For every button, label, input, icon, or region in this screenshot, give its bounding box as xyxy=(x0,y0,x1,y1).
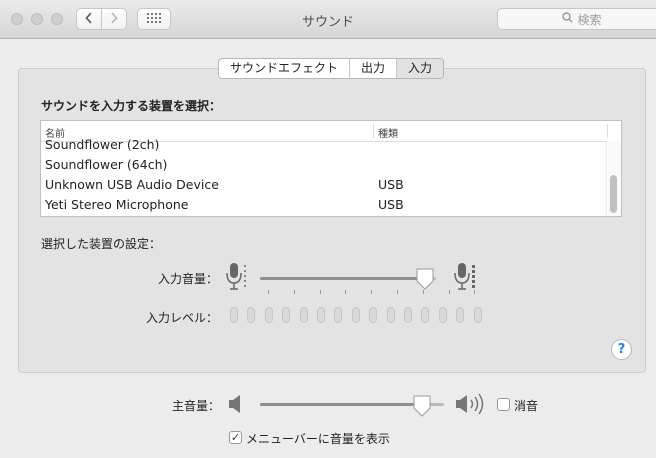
slider-tick xyxy=(371,290,373,294)
level-segment xyxy=(473,307,482,323)
main-volume-label: 主音量： xyxy=(172,399,221,413)
speaker-high-icon xyxy=(455,391,487,420)
level-segment xyxy=(421,307,430,323)
input-volume-slider[interactable] xyxy=(260,277,436,280)
input-volume-label: 入力音量： xyxy=(158,272,219,286)
device-type: USB xyxy=(378,197,404,212)
slider-tick xyxy=(319,290,321,294)
level-segment xyxy=(334,307,343,323)
level-segment xyxy=(438,307,447,323)
settings-label: 選択した装置の設定： xyxy=(41,237,162,251)
level-segment xyxy=(299,307,308,323)
title-bar: サウンド 検索 xyxy=(0,0,656,39)
device-name: Soundflower (64ch) xyxy=(45,157,168,172)
search-field[interactable]: 検索 xyxy=(497,8,656,30)
table-row[interactable]: Yeti Stereo Microphone USB xyxy=(41,195,621,215)
tab-input[interactable]: 入力 xyxy=(396,59,444,78)
slider-tick xyxy=(268,290,269,294)
mute-checkbox[interactable] xyxy=(497,398,510,411)
slider-tick xyxy=(345,290,347,294)
slider-tick xyxy=(448,290,450,294)
input-level-label: 入力レベル： xyxy=(146,311,219,325)
slider-tick xyxy=(293,290,295,294)
scrollbar-thumb[interactable] xyxy=(610,175,617,213)
table-row[interactable]: Unknown USB Audio Device USB xyxy=(41,175,621,195)
speaker-low-icon xyxy=(228,394,244,417)
level-segment xyxy=(351,307,360,323)
slider-tick xyxy=(422,290,424,294)
device-type: USB xyxy=(378,177,404,192)
select-device-label: サウンドを入力する装置を選択： xyxy=(41,99,222,113)
level-segment xyxy=(247,307,256,323)
input-volume-knob[interactable] xyxy=(416,268,434,293)
main-volume-fill xyxy=(260,403,422,406)
table-scrollbar[interactable] xyxy=(606,141,621,216)
level-segment xyxy=(264,307,273,323)
search-placeholder: 検索 xyxy=(577,12,602,27)
level-segment xyxy=(404,307,412,323)
tab-bar: サウンドエフェクト 出力 入力 xyxy=(218,58,445,79)
level-segment xyxy=(282,307,291,323)
tab-output[interactable]: 出力 xyxy=(349,59,396,78)
show-volume-menubar-checkbox[interactable]: ✓ xyxy=(229,431,242,444)
level-segment xyxy=(386,307,395,323)
search-icon xyxy=(562,12,574,26)
device-name: Yeti Stereo Microphone xyxy=(45,197,189,212)
help-button[interactable]: ? xyxy=(611,339,632,360)
mic-high-icon xyxy=(454,262,478,295)
level-segment xyxy=(456,307,465,323)
mute-label: 消音 xyxy=(514,399,539,413)
input-volume-fill xyxy=(260,277,426,280)
device-table[interactable]: 名前 種類 Soundflower (2ch) Soundflower (64c… xyxy=(40,120,622,217)
mic-low-icon xyxy=(226,262,248,295)
device-name: Unknown USB Audio Device xyxy=(45,177,219,192)
show-volume-menubar-label: メニューバーに音量を表示 xyxy=(246,432,390,446)
table-row[interactable]: Soundflower (2ch) xyxy=(41,135,621,155)
device-name: Soundflower (2ch) xyxy=(45,137,160,152)
level-segment xyxy=(230,307,238,323)
level-segment xyxy=(317,307,325,323)
table-row[interactable]: Soundflower (64ch) xyxy=(41,155,621,175)
checkmark-icon: ✓ xyxy=(230,431,241,444)
main-volume-knob[interactable] xyxy=(413,395,431,420)
slider-tick xyxy=(397,290,398,294)
tab-sound-effects[interactable]: サウンドエフェクト xyxy=(219,59,349,78)
level-segment xyxy=(369,307,378,323)
